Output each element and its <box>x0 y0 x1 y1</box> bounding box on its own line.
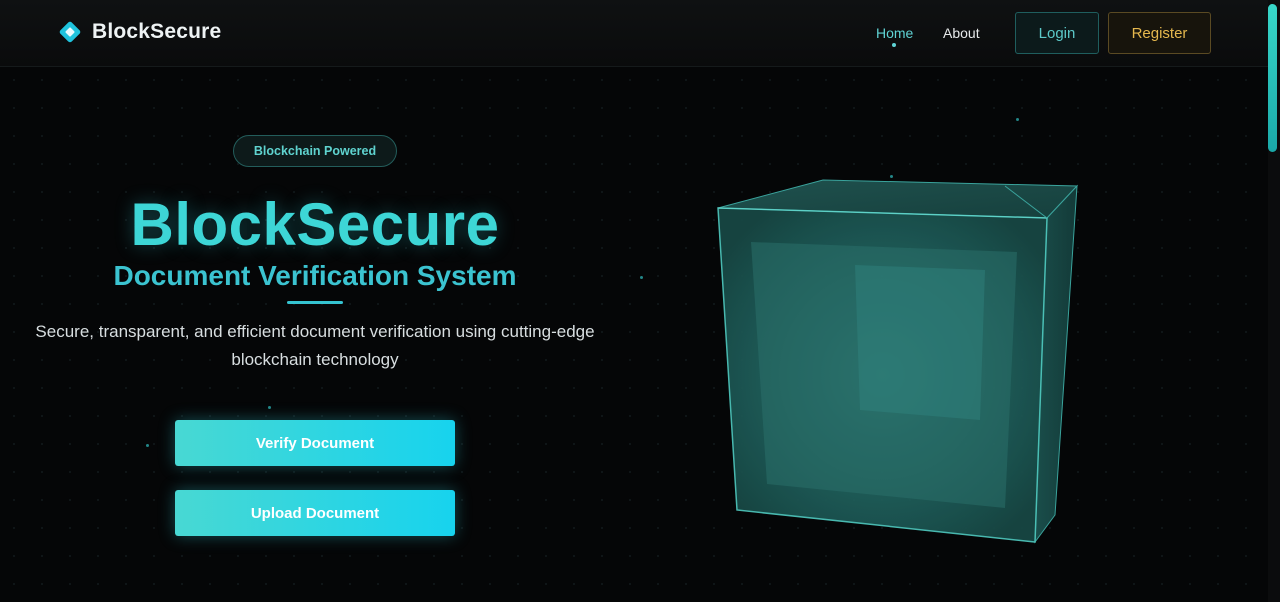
brand-logo[interactable]: BlockSecure <box>58 20 221 44</box>
register-button[interactable]: Register <box>1108 12 1211 54</box>
particle-dot <box>268 406 271 409</box>
hero-description: Secure, transparent, and efficient docum… <box>35 322 595 369</box>
nav-home-link[interactable]: Home <box>876 25 913 41</box>
active-nav-indicator <box>892 43 896 47</box>
nav-about-link[interactable]: About <box>943 25 980 41</box>
login-button[interactable]: Login <box>1015 12 1099 54</box>
scrollbar-thumb[interactable] <box>1268 4 1277 152</box>
blockchain-badge: Blockchain Powered <box>233 135 397 167</box>
diamond-logo-icon <box>59 21 81 43</box>
hero-title: BlockSecure <box>130 191 500 258</box>
hero-subtitle: Document Verification System <box>113 260 517 291</box>
title-underline <box>287 301 343 304</box>
brand-name: BlockSecure <box>92 20 222 43</box>
particle-dot <box>1016 118 1019 121</box>
verify-document-button[interactable]: Verify Document <box>175 420 455 466</box>
upload-document-button[interactable]: Upload Document <box>175 490 455 536</box>
particle-dot <box>640 276 643 279</box>
particle-dot <box>146 444 149 447</box>
glass-cube-illustration <box>717 179 1079 544</box>
top-navbar: BlockSecure Home About Login Register <box>0 0 1268 67</box>
